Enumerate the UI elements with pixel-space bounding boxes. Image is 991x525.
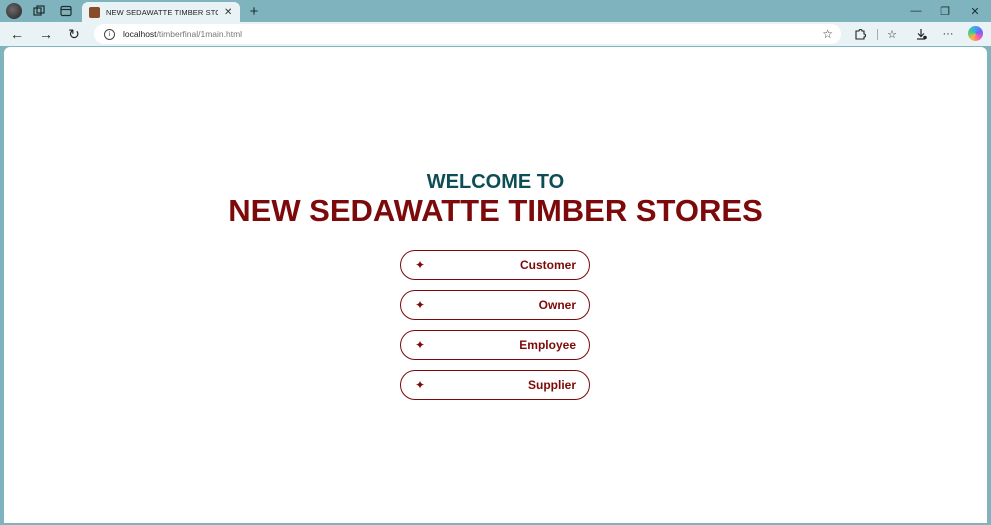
browser-window: NEW SEDAWATTE TIMBER STORE ✕ + — ❐ ✕ ← →…	[0, 0, 991, 525]
copilot-icon[interactable]	[968, 26, 983, 41]
more-options-icon[interactable]: ···	[940, 26, 956, 42]
toolbar-separator	[877, 29, 878, 40]
sparkle-icon: ✦	[415, 258, 426, 272]
reload-button[interactable]: ↻	[65, 25, 83, 43]
favorites-icon[interactable]: ☆	[884, 26, 900, 42]
site-info-icon[interactable]: i	[104, 28, 115, 40]
workspaces-icon[interactable]	[31, 3, 47, 19]
tab-title: NEW SEDAWATTE TIMBER STORE	[106, 7, 218, 17]
favorite-star-icon[interactable]: ☆	[822, 27, 833, 41]
browser-toolbar: ← → ↻ i localhost/timberfinal/1main.html…	[0, 22, 991, 46]
customer-button[interactable]: ✦ Customer	[400, 250, 590, 280]
profile-avatar[interactable]	[6, 3, 22, 19]
tab-active[interactable]: NEW SEDAWATTE TIMBER STORE ✕	[82, 2, 240, 22]
address-bar[interactable]: i localhost/timberfinal/1main.html ☆	[94, 24, 841, 44]
owner-button[interactable]: ✦ Owner	[400, 290, 590, 320]
back-button[interactable]: ←	[8, 25, 26, 43]
supplier-button[interactable]: ✦ Supplier	[400, 370, 590, 400]
welcome-heading: WELCOME TO	[426, 171, 565, 193]
close-window-button[interactable]: ✕	[963, 2, 987, 20]
site-favicon-icon	[89, 6, 100, 18]
page-viewport: WELCOME TO NEW SEDAWATTE TIMBER STORES ✦…	[4, 47, 987, 523]
employee-button[interactable]: ✦ Employee	[400, 330, 590, 360]
supplier-button-label: Supplier	[527, 378, 576, 392]
downloads-icon[interactable]	[913, 26, 929, 42]
employee-button-label: Employee	[519, 338, 576, 352]
customer-button-label: Customer	[519, 258, 576, 272]
sparkle-icon: ✦	[415, 338, 426, 352]
extensions-icon[interactable]	[852, 26, 868, 42]
tab-actions-icon[interactable]	[58, 3, 74, 19]
restore-button[interactable]: ❐	[933, 2, 957, 20]
minimize-button[interactable]: —	[904, 2, 928, 20]
owner-button-label: Owner	[538, 298, 576, 312]
new-tab-button[interactable]: +	[245, 2, 263, 20]
url-host: localhost	[123, 29, 157, 39]
sparkle-icon: ✦	[415, 298, 426, 312]
tab-close-icon[interactable]: ✕	[224, 7, 232, 18]
store-name-heading: NEW SEDAWATTE TIMBER STORES	[228, 193, 763, 228]
forward-button[interactable]: →	[37, 25, 55, 43]
sparkle-icon: ✦	[415, 378, 426, 392]
tab-strip: NEW SEDAWATTE TIMBER STORE ✕ + — ❐ ✕	[0, 0, 991, 22]
url-path: /timberfinal/1main.html	[156, 29, 243, 39]
